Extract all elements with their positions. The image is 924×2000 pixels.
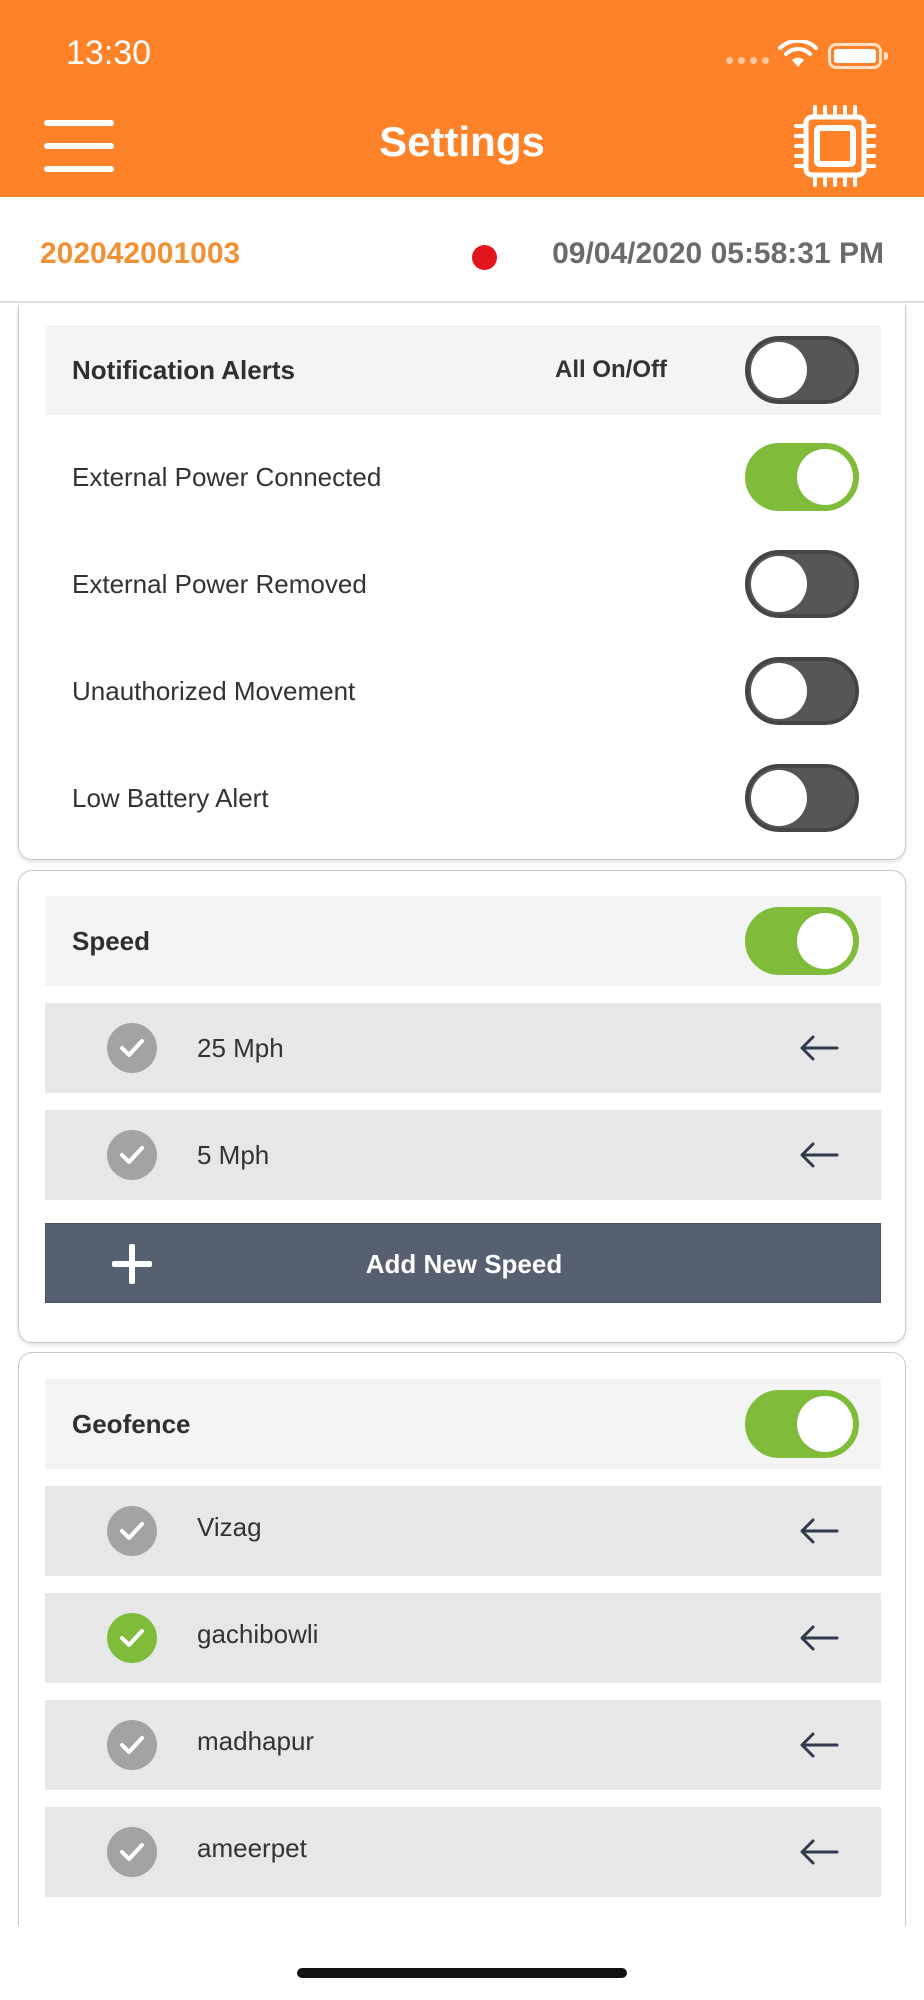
battery-icon xyxy=(828,43,888,69)
alert-row: Unauthorized Movement xyxy=(45,646,881,736)
section-title: Speed xyxy=(72,926,151,956)
all-on-off-label: All On/Off xyxy=(555,356,667,383)
alert-row: External Power Connected xyxy=(45,432,881,522)
device-info-bar: 202042001003 09/04/2020 05:58:31 PM xyxy=(0,197,924,303)
speed-card: Speed 25 Mph 5 Mph Add New Speed xyxy=(18,870,906,1343)
device-timestamp: 09/04/2020 05:58:31 PM xyxy=(552,237,884,270)
geofence-label: gachibowli xyxy=(197,1619,319,1649)
device-id[interactable]: 202042001003 xyxy=(40,237,240,271)
geofence-card: Geofence Vizag gachibowli madhapur ameer… xyxy=(18,1352,906,1926)
alert-label: Unauthorized Movement xyxy=(72,676,356,706)
check-circle-icon[interactable] xyxy=(107,1506,157,1556)
alert-label: Low Battery Alert xyxy=(72,783,269,813)
speed-list-item[interactable]: 25 Mph xyxy=(45,1003,881,1093)
geofence-label: madhapur xyxy=(197,1726,315,1756)
speed-label: 25 Mph xyxy=(197,1033,284,1063)
geofence-header: Geofence xyxy=(45,1379,881,1469)
cellular-signal-icon xyxy=(726,57,769,64)
geofence-toggle[interactable] xyxy=(745,1390,859,1458)
external-power-removed-toggle[interactable] xyxy=(745,550,859,618)
notification-alerts-card: Notification Alerts All On/Off External … xyxy=(18,305,906,860)
speed-label: 5 Mph xyxy=(197,1140,270,1170)
arrow-left-icon[interactable] xyxy=(799,1838,839,1866)
check-circle-icon[interactable] xyxy=(107,1613,157,1663)
speed-toggle[interactable] xyxy=(745,907,859,975)
unauthorized-movement-toggle[interactable] xyxy=(745,657,859,725)
section-title: Geofence xyxy=(72,1409,191,1439)
geofence-label: Vizag xyxy=(197,1512,262,1542)
section-title: Notification Alerts xyxy=(72,355,295,385)
geofence-list-item[interactable]: madhapur xyxy=(45,1700,881,1790)
chip-icon[interactable] xyxy=(792,103,878,189)
geofence-list-item[interactable]: Vizag xyxy=(45,1486,881,1576)
geofence-label: ameerpet xyxy=(197,1833,307,1863)
notification-alerts-header: Notification Alerts All On/Off xyxy=(45,325,881,415)
check-circle-icon[interactable] xyxy=(107,1023,157,1073)
alert-label: External Power Removed xyxy=(72,569,367,599)
page-title: Settings xyxy=(379,118,545,165)
alert-row: Low Battery Alert xyxy=(45,753,881,843)
device-status-dot xyxy=(472,245,497,270)
check-circle-icon[interactable] xyxy=(107,1827,157,1877)
alert-label: External Power Connected xyxy=(72,462,382,492)
arrow-left-icon[interactable] xyxy=(799,1517,839,1545)
alert-row: External Power Removed xyxy=(45,539,881,629)
all-alerts-toggle[interactable] xyxy=(745,336,859,404)
status-time: 13:30 xyxy=(66,34,152,72)
add-new-speed-label: Add New Speed xyxy=(365,1249,563,1279)
speed-header: Speed xyxy=(45,896,881,986)
external-power-connected-toggle[interactable] xyxy=(745,443,859,511)
arrow-left-icon[interactable] xyxy=(799,1624,839,1652)
check-circle-icon[interactable] xyxy=(107,1130,157,1180)
check-circle-icon[interactable] xyxy=(107,1720,157,1770)
geofence-list-item[interactable]: gachibowli xyxy=(45,1593,881,1683)
arrow-left-icon[interactable] xyxy=(799,1141,839,1169)
home-indicator[interactable] xyxy=(297,1968,627,1978)
add-new-speed-button[interactable]: Add New Speed xyxy=(45,1223,881,1303)
speed-list-item[interactable]: 5 Mph xyxy=(45,1110,881,1200)
app-header: 13:30 Settings xyxy=(0,0,924,197)
geofence-list-item[interactable]: ameerpet xyxy=(45,1807,881,1897)
arrow-left-icon[interactable] xyxy=(799,1731,839,1759)
low-battery-alert-toggle[interactable] xyxy=(745,764,859,832)
arrow-left-icon[interactable] xyxy=(799,1034,839,1062)
plus-icon xyxy=(112,1244,152,1284)
wifi-icon xyxy=(778,40,818,67)
